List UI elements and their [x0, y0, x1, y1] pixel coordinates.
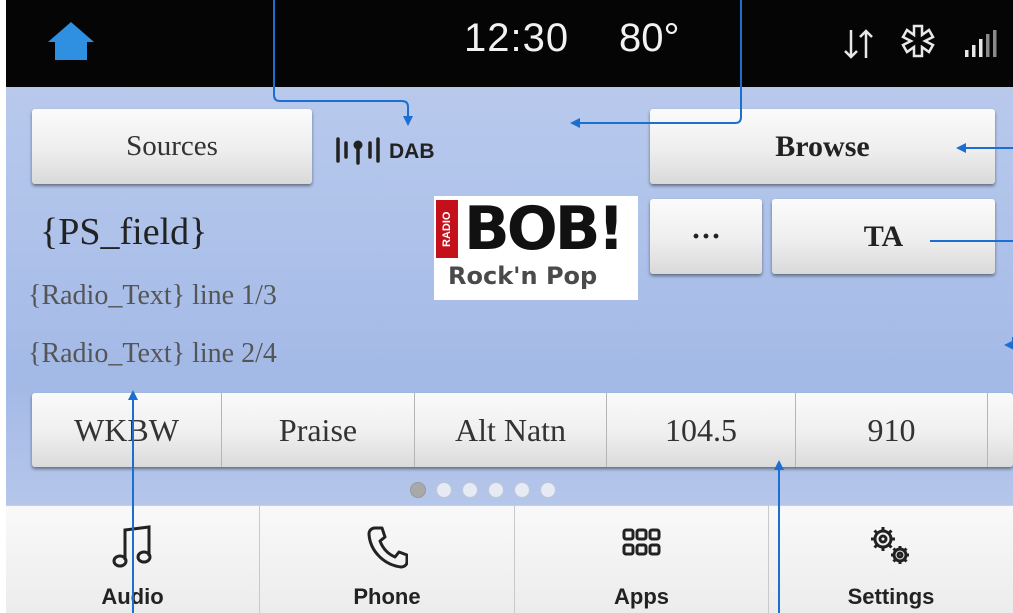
status-bar: 12:30 80° [6, 0, 1013, 87]
more-options-button[interactable]: ··· [650, 199, 762, 274]
home-icon[interactable] [46, 20, 96, 62]
data-transfer-icon [844, 29, 873, 59]
page-dot[interactable] [488, 482, 504, 498]
browse-button[interactable]: Browse [650, 109, 995, 184]
page-dot[interactable] [462, 482, 478, 498]
music-note-icon [112, 525, 151, 568]
preset-bar: WKBW Praise Alt Natn 104.5 910 [32, 393, 1013, 467]
traffic-announcement-button[interactable]: TA [772, 199, 995, 274]
sources-button[interactable]: Sources [32, 109, 312, 184]
dab-antenna-icon [336, 137, 380, 165]
outside-temperature: 80° [619, 16, 680, 60]
page-dot[interactable] [514, 482, 530, 498]
nav-apps-label: Apps [614, 584, 669, 609]
page-dot[interactable] [436, 482, 452, 498]
clock: 12:30 [464, 16, 570, 60]
preset-button[interactable]: WKBW [32, 393, 222, 467]
nav-phone-label: Phone [353, 584, 421, 609]
nav-settings[interactable]: Settings [769, 506, 1013, 613]
page-indicator [410, 482, 556, 498]
nav-apps[interactable]: Apps [515, 506, 769, 613]
preset-button[interactable]: 104.5 [607, 393, 796, 467]
radio-text-line-1: {Radio_Text} line 1/3 [28, 280, 277, 311]
radio-text-line-2: {Radio_Text} line 2/4 [28, 338, 277, 369]
gears-icon [871, 527, 909, 564]
station-logo: RADIO BOB! Rock'n Pop [434, 196, 638, 300]
preset-button[interactable]: Alt Natn [415, 393, 607, 467]
preset-button[interactable]: Praise [222, 393, 415, 467]
nav-settings-label: Settings [847, 584, 935, 609]
preset-button-partial[interactable] [988, 393, 1013, 467]
page-dot[interactable] [540, 482, 556, 498]
radio-main-panel: Sources DAB Browse ··· TA {PS_field} {Ra… [6, 87, 1013, 505]
station-logo-radio-tag: RADIO [436, 200, 458, 258]
preset-button[interactable]: 910 [796, 393, 988, 467]
apps-grid-icon [622, 528, 660, 556]
infotainment-screen: 12:30 80° Sources DAB Browse ··· TA {PS_… [0, 0, 1013, 613]
nav-audio[interactable]: Audio [6, 506, 260, 613]
station-name: {PS_field} [40, 211, 208, 253]
page-dot[interactable] [410, 482, 426, 498]
signal-bars-icon [965, 30, 997, 57]
phone-icon [367, 526, 408, 569]
nav-phone[interactable]: Phone [260, 506, 515, 613]
station-logo-title: BOB! [464, 194, 625, 264]
bottom-navigation: Audio Phone Apps Settings [6, 505, 1013, 613]
dab-label: DAB [389, 140, 435, 163]
asterisk-icon [901, 24, 935, 58]
nav-audio-label: Audio [101, 584, 164, 609]
station-logo-tagline: Rock'n Pop [448, 262, 598, 290]
